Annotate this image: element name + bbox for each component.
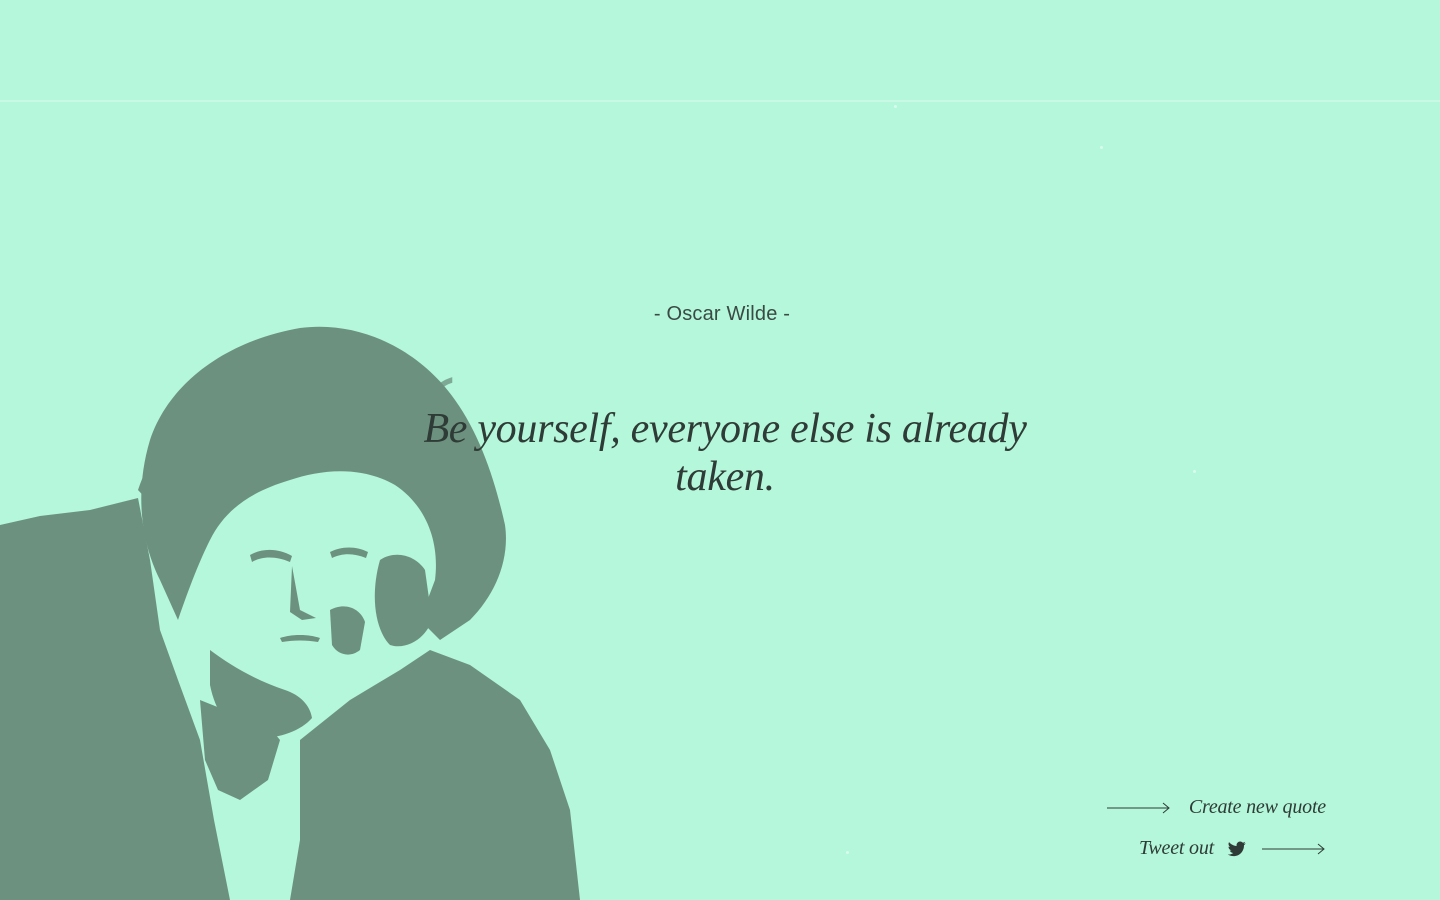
quote-text: Be yourself, everyone else is already ta… — [423, 406, 1027, 500]
tweet-out-label: Tweet out — [1138, 837, 1214, 859]
quote-author: - Oscar Wilde - — [653, 303, 791, 325]
arrow-right-icon — [1106, 802, 1170, 813]
tweet-out-button[interactable]: Tweet out — [1139, 837, 1326, 860]
background-speck — [1100, 146, 1103, 149]
background-speck — [894, 105, 897, 108]
create-new-quote-button[interactable]: Create new quote — [1106, 796, 1326, 819]
twitter-icon — [1228, 841, 1246, 856]
create-new-quote-label: Create new quote — [1188, 796, 1326, 818]
header-divider — [0, 100, 1440, 102]
background-speck — [846, 851, 849, 854]
background-speck — [1193, 470, 1196, 473]
arrow-right-icon — [1262, 843, 1325, 854]
